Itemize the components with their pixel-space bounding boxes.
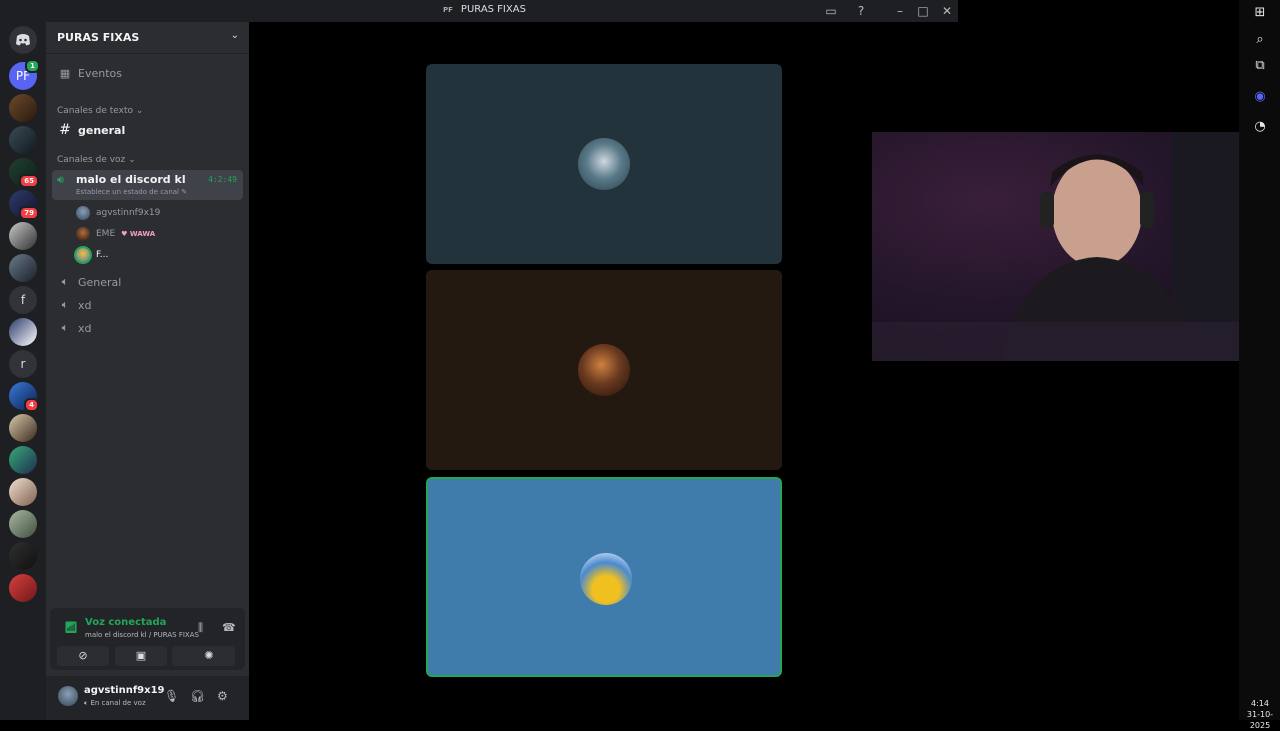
voice-channel[interactable]: 🔈︎ General: [52, 272, 242, 292]
speaker-icon: 🔊︎: [57, 173, 64, 186]
server-puras-fixas[interactable]: PF 1: [9, 59, 40, 90]
noise-suppression-icon[interactable]: ⫼: [198, 621, 203, 635]
clock-date: 31-10-2025: [1246, 710, 1274, 730]
server-icon[interactable]: [9, 414, 37, 442]
clock-app-icon[interactable]: ◔: [1252, 119, 1268, 135]
discord-taskbar-icon[interactable]: ◉: [1252, 89, 1268, 105]
soundboard-button[interactable]: ✺: [183, 646, 235, 666]
events-item[interactable]: ▦ Eventos: [52, 63, 242, 83]
windows-taskbar: ⊞ ⌕ ⧉ ◉ ◔: [1239, 0, 1280, 720]
server-icon[interactable]: [9, 478, 37, 506]
soundboard-icon: ✺: [204, 649, 214, 662]
voice-channel[interactable]: 🔈︎ xd: [52, 295, 242, 315]
server-icon[interactable]: [9, 222, 37, 250]
voice-member[interactable]: EME ♥ WAWA: [76, 225, 155, 243]
server-name: PURAS FIXAS: [57, 31, 140, 44]
user-name: agvstinnf9x19: [84, 685, 165, 696]
headphones-icon[interactable]: 🎧︎: [190, 689, 205, 703]
participant-tile[interactable]: [426, 270, 782, 470]
signal-icon[interactable]: 📶︎: [64, 621, 78, 634]
text-category[interactable]: Canales de texto ⌄: [57, 106, 143, 116]
server-icon[interactable]: [9, 126, 37, 154]
server-icon[interactable]: [9, 446, 37, 474]
voice-channel-name: malo el discord kl: [76, 173, 186, 186]
calendar-icon: ▦: [59, 66, 71, 80]
disconnect-icon[interactable]: ☎: [222, 621, 236, 634]
server-icon[interactable]: [9, 94, 37, 122]
webcam-overlay[interactable]: [872, 132, 1280, 361]
task-view-icon[interactable]: ⧉: [1252, 58, 1268, 74]
avatar: [580, 553, 632, 605]
speaker-icon: 🔈︎: [61, 298, 69, 311]
help-icon[interactable]: ?: [853, 3, 869, 19]
voice-channel-active[interactable]: 🔊︎ malo el discord kl Establece un estad…: [52, 170, 243, 200]
server-icon[interactable]: [9, 542, 37, 570]
windows-start-icon[interactable]: ⊞: [1252, 5, 1268, 21]
window-title: PURAS FIXAS: [460, 4, 526, 15]
member-tag: ♥ WAWA: [121, 230, 156, 238]
speaker-icon: 🔈︎: [61, 275, 69, 288]
server-header[interactable]: PURAS FIXAS ⌄: [46, 22, 249, 54]
screen-share-button[interactable]: ▣: [115, 646, 167, 666]
inbox-icon[interactable]: ▭: [823, 3, 839, 19]
voice-member[interactable]: F...: [76, 246, 108, 264]
avatar: [578, 344, 630, 396]
user-panel: agvstinnf9x19 🔈︎ En canal de voz 🎙︎ 🎧︎ ⚙: [46, 676, 249, 720]
server-icon[interactable]: f: [9, 286, 37, 314]
avatar[interactable]: [58, 686, 78, 706]
channel-sidebar: PURAS FIXAS ⌄ ▦ Eventos Canales de texto…: [46, 22, 249, 720]
server-rail: PF 1 65 79 f r 4: [0, 22, 46, 720]
channel-general[interactable]: # general: [52, 120, 242, 140]
avatar: [76, 227, 90, 241]
microphone-icon[interactable]: 🎙︎: [164, 689, 179, 703]
discord-home-icon[interactable]: [9, 26, 37, 54]
voice-channel[interactable]: 🔈︎ xd: [52, 318, 242, 338]
camera-off-button[interactable]: ⊘: [57, 646, 109, 666]
hash-icon: #: [59, 122, 71, 138]
speaker-icon: 🔈︎: [61, 321, 69, 334]
system-clock[interactable]: 4:14 31-10-2025: [1241, 698, 1279, 731]
server-icon[interactable]: [9, 510, 37, 538]
avatar: [76, 206, 90, 220]
maximize-icon[interactable]: □: [915, 3, 931, 19]
camera-off-icon: ⊘: [78, 649, 88, 662]
voice-category[interactable]: Canales de voz ⌄: [57, 155, 136, 165]
avatar: [578, 138, 630, 190]
screen-share-icon: ▣: [135, 649, 147, 662]
avatar: [76, 248, 90, 262]
voice-timer: 4:2:49: [208, 175, 237, 184]
voice-member[interactable]: agvstinnf9x19: [76, 204, 160, 222]
set-channel-status[interactable]: Establece un estado de canal ✎: [76, 188, 187, 196]
search-icon[interactable]: ⌕: [1252, 32, 1268, 48]
minimize-icon[interactable]: –: [892, 3, 908, 19]
server-abbr: PF: [443, 5, 453, 14]
user-status: 🔈︎ En canal de voz: [84, 699, 146, 707]
server-icon[interactable]: 65: [9, 158, 39, 188]
participant-tile-speaking[interactable]: [426, 477, 782, 677]
clock-time: 4:14: [1251, 699, 1269, 708]
close-icon[interactable]: ✕: [939, 3, 955, 19]
gear-icon[interactable]: ⚙: [217, 689, 228, 703]
server-icon[interactable]: 79: [9, 190, 39, 220]
voice-location: malo el discord kl / PURAS FIXAS: [85, 631, 199, 639]
participant-tile[interactable]: [426, 64, 782, 264]
server-icon[interactable]: [9, 318, 37, 346]
chevron-down-icon: ⌄: [230, 30, 239, 41]
window-title-group: PF PURAS FIXAS: [443, 4, 526, 15]
server-icon[interactable]: r: [9, 350, 37, 378]
voice-status: Voz conectada: [85, 617, 167, 628]
server-icon[interactable]: 4: [9, 382, 39, 412]
server-icon[interactable]: [9, 574, 37, 602]
events-label: Eventos: [78, 66, 122, 80]
title-bar: PF PURAS FIXAS ▭ ? – □ ✕: [0, 0, 958, 22]
server-icon[interactable]: [9, 254, 37, 282]
channel-label: general: [78, 123, 126, 137]
